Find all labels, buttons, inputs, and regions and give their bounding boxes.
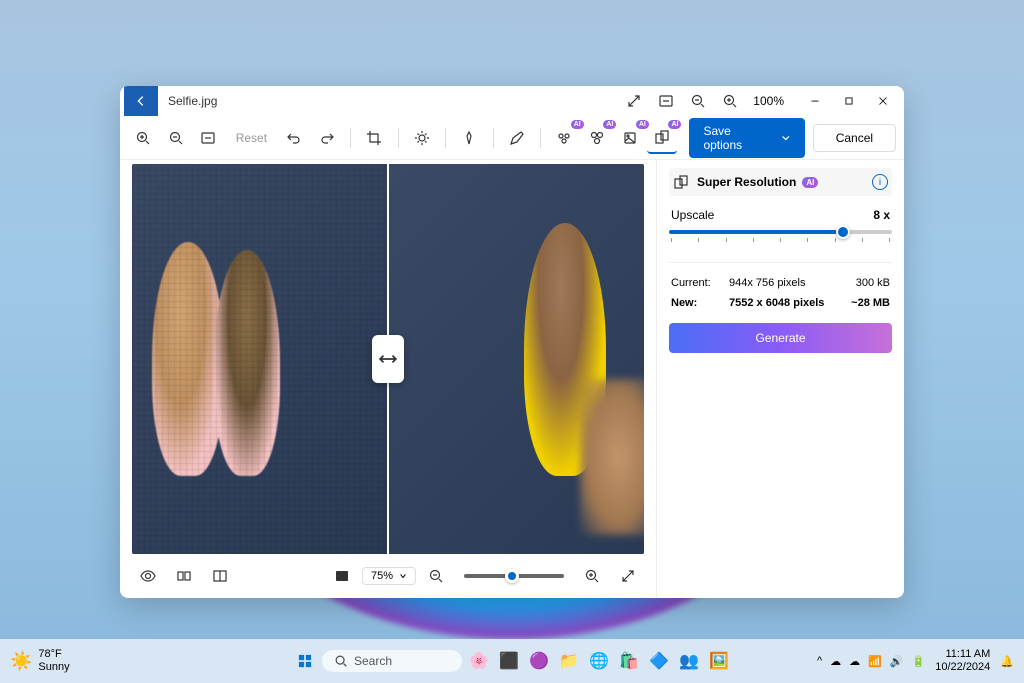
zoom-in-tool[interactable]	[128, 122, 159, 154]
edge-icon[interactable]: 🌐	[586, 648, 612, 674]
sun-icon: ☀️	[10, 651, 32, 672]
explorer-icon[interactable]: 📁	[556, 648, 582, 674]
cancel-button[interactable]: Cancel	[813, 124, 896, 152]
compare-icon[interactable]	[168, 560, 200, 592]
zoom-in-bottom[interactable]	[576, 560, 608, 592]
taskbar: ☀️ 78°F Sunny Search 🌸 ⬛ 🟣 📁 🌐 🛍️ 🔷 👥 🖼️…	[0, 639, 1024, 683]
view-icon[interactable]	[132, 560, 164, 592]
minimize-button[interactable]	[798, 86, 832, 116]
back-button[interactable]	[124, 86, 158, 116]
task-app-2[interactable]: 🔷	[646, 648, 672, 674]
zoom-in-icon[interactable]	[715, 86, 745, 116]
upscale-value: 8 x	[873, 208, 890, 222]
expand-icon[interactable]	[612, 560, 644, 592]
zoom-slider[interactable]	[464, 574, 564, 578]
upscale-label: Upscale	[671, 208, 714, 222]
undo-button[interactable]	[279, 122, 310, 154]
fit-icon[interactable]	[651, 86, 681, 116]
titlebar: Selfie.jpg 100%	[120, 86, 904, 116]
canvas-bottom-bar: 75%	[132, 554, 644, 590]
image-before	[132, 164, 388, 554]
photos-icon[interactable]: 🖼️	[706, 648, 732, 674]
notifications-icon[interactable]: 🔔	[1000, 655, 1014, 668]
crop-tool[interactable]	[359, 122, 390, 154]
chevron-up-icon[interactable]: ^	[817, 655, 822, 667]
fullscreen-icon[interactable]	[619, 86, 649, 116]
new-size: ~28 MB	[851, 297, 890, 309]
filter-tool[interactable]	[454, 122, 485, 154]
weather-temp: 78°F	[38, 648, 69, 661]
reset-button[interactable]: Reset	[226, 127, 277, 149]
new-label: New:	[671, 297, 729, 309]
image-after	[388, 164, 644, 554]
image-canvas[interactable]	[132, 164, 644, 554]
volume-icon[interactable]: 🔊	[890, 655, 904, 668]
fit-tool[interactable]	[193, 122, 224, 154]
info-button[interactable]: i	[872, 174, 888, 190]
adjust-tool[interactable]	[407, 122, 438, 154]
current-resolution: 944x 756 pixels	[729, 277, 856, 289]
cloud-icon[interactable]: ☁	[849, 655, 860, 668]
super-resolution-tool[interactable]: AI	[647, 122, 678, 154]
zoom-out-icon[interactable]	[683, 86, 713, 116]
fit-screen-icon[interactable]	[326, 560, 358, 592]
clock[interactable]: 11:11 AM 10/22/2024	[935, 648, 990, 674]
redo-button[interactable]	[312, 122, 343, 154]
erase-tool[interactable]: AI	[549, 122, 580, 154]
save-options-button[interactable]: Save options	[689, 118, 804, 158]
onedrive-icon[interactable]: ☁	[830, 655, 841, 668]
weather-widget[interactable]: ☀️ 78°F Sunny	[10, 648, 70, 674]
edit-toolbar: Reset AI AI AI AI Save options Cancel	[120, 116, 904, 160]
start-button[interactable]	[292, 648, 318, 674]
super-resolution-panel: Super Resolution AI i Upscale 8 x Current…	[656, 160, 904, 598]
restyle-tool[interactable]: AI	[614, 122, 645, 154]
ai-badge: AI	[668, 120, 681, 129]
wifi-icon[interactable]: 📶	[868, 655, 882, 668]
ai-badge: AI	[802, 177, 818, 188]
filename-label: Selfie.jpg	[168, 94, 217, 108]
photos-app-window: Selfie.jpg 100% Reset AI AI	[120, 86, 904, 598]
copilot-icon[interactable]: 🟣	[526, 648, 552, 674]
system-tray[interactable]: ^ ☁ ☁ 📶 🔊 🔋	[817, 655, 925, 668]
task-app-1[interactable]: 🌸	[466, 648, 492, 674]
panel-icon	[673, 174, 689, 190]
slider-ticks	[669, 238, 892, 242]
generate-button[interactable]: Generate	[669, 323, 892, 353]
current-size: 300 kB	[856, 277, 890, 289]
teams-icon[interactable]: 👥	[676, 648, 702, 674]
zoom-out-tool[interactable]	[161, 122, 192, 154]
zoom-out-bottom[interactable]	[420, 560, 452, 592]
new-resolution: 7552 x 6048 pixels	[729, 297, 851, 309]
battery-icon[interactable]: 🔋	[912, 655, 926, 668]
markup-tool[interactable]	[502, 122, 533, 154]
weather-condition: Sunny	[38, 661, 69, 674]
task-view-icon[interactable]: ⬛	[496, 648, 522, 674]
taskbar-search[interactable]: Search	[322, 650, 462, 672]
zoom-percentage: 100%	[747, 94, 790, 108]
maximize-button[interactable]	[832, 86, 866, 116]
panel-title: Super Resolution	[697, 175, 796, 189]
close-button[interactable]	[866, 86, 900, 116]
current-label: Current:	[671, 277, 729, 289]
split-icon[interactable]	[204, 560, 236, 592]
zoom-dropdown[interactable]: 75%	[362, 567, 416, 585]
store-icon[interactable]: 🛍️	[616, 648, 642, 674]
compare-slider-handle[interactable]	[372, 335, 404, 383]
upscale-slider[interactable]	[669, 230, 892, 234]
background-tool[interactable]: AI	[582, 122, 613, 154]
